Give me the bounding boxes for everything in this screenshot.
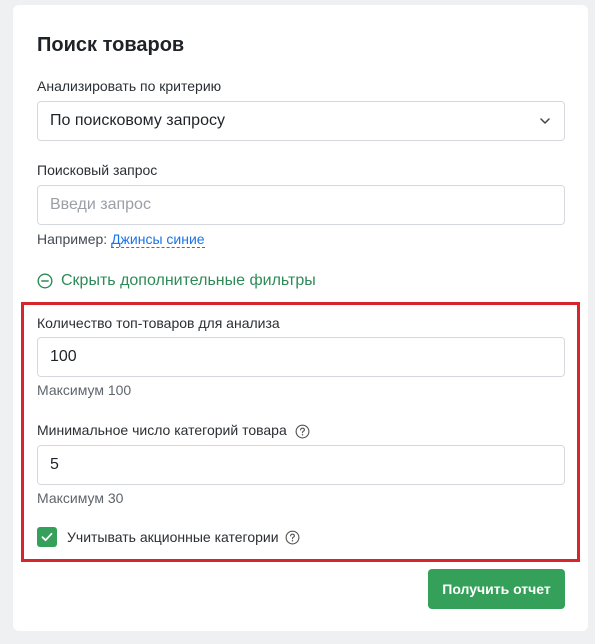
criteria-select[interactable]: По поисковому запросу: [37, 101, 565, 141]
top-count-input[interactable]: [37, 337, 565, 377]
example-hint: Например: Джинсы синие: [37, 231, 205, 248]
example-prefix: Например:: [37, 231, 108, 247]
example-link[interactable]: Джинсы синие: [111, 231, 205, 248]
top-count-label: Количество топ-товаров для анализа: [37, 315, 280, 331]
min-categories-label-row: Минимальное число категорий товара: [37, 422, 310, 439]
chevron-down-icon: [540, 118, 550, 124]
promo-checkbox-label: Учитывать акционные категории: [67, 529, 279, 545]
promo-checkbox[interactable]: [37, 527, 57, 547]
criteria-label: Анализировать по критерию: [37, 78, 222, 94]
promo-checkbox-row: Учитывать акционные категории: [37, 527, 300, 547]
page-title: Поиск товаров: [37, 34, 185, 56]
search-card: Поиск товаров Анализировать по критерию …: [13, 5, 588, 631]
check-icon: [41, 532, 53, 542]
query-input[interactable]: [37, 185, 565, 225]
min-categories-hint: Максимум 30: [37, 490, 124, 506]
help-icon[interactable]: [295, 424, 310, 439]
criteria-select-value: По поисковому запросу: [50, 112, 225, 129]
min-categories-label: Минимальное число категорий товара: [37, 422, 287, 438]
toggle-filters-button[interactable]: Скрыть дополнительные фильтры: [37, 272, 316, 290]
minus-circle-icon: [37, 273, 53, 289]
min-categories-input[interactable]: [37, 445, 565, 485]
help-icon[interactable]: [285, 530, 300, 545]
query-label: Поисковый запрос: [37, 162, 158, 178]
get-report-button[interactable]: Получить отчет: [428, 569, 565, 609]
top-count-hint: Максимум 100: [37, 382, 132, 398]
toggle-filters-label: Скрыть дополнительные фильтры: [61, 272, 316, 289]
